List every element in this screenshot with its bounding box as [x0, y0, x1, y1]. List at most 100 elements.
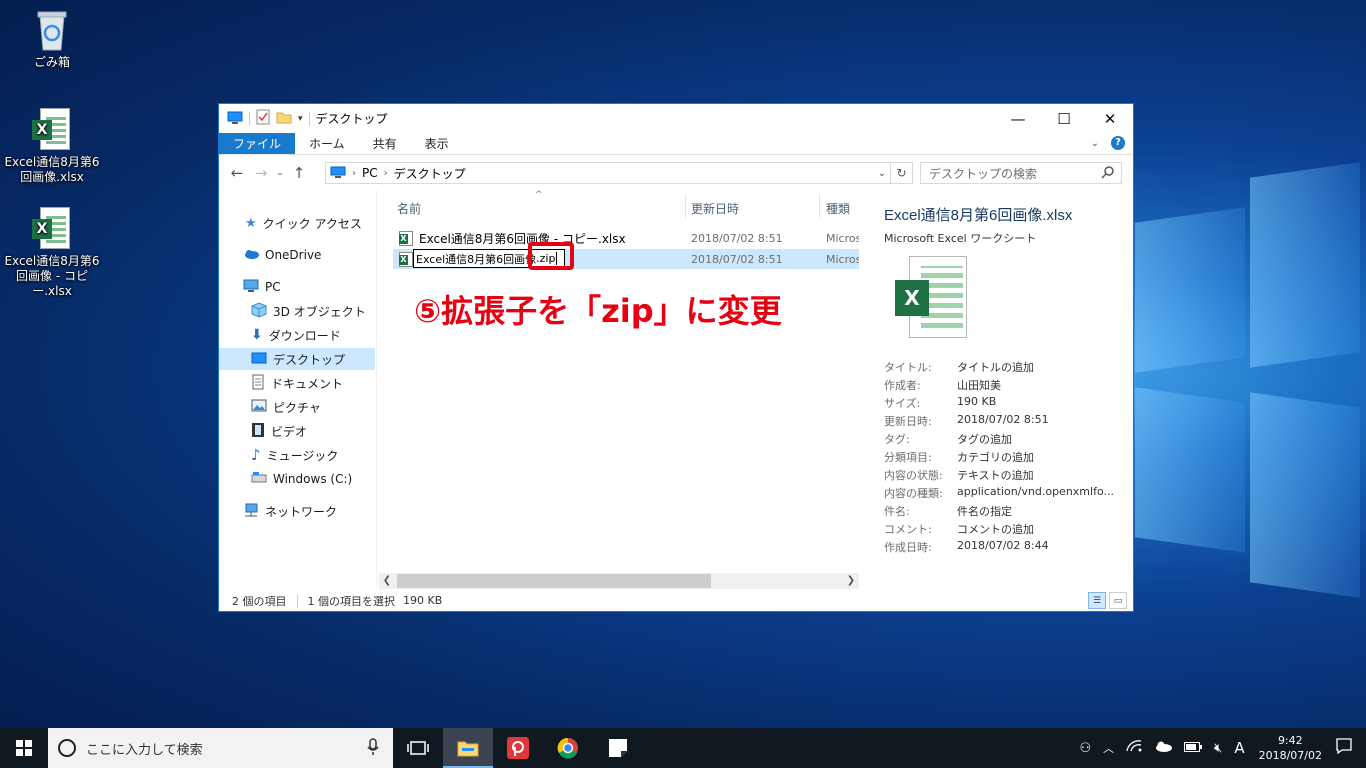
- scroll-left-icon[interactable]: ❮: [379, 573, 395, 589]
- details-pane: Excel通信8月第6回画像.xlsx Microsoft Excel ワークシ…: [871, 190, 1133, 586]
- file-explorer-window: ▾ デスクトップ — ☐ ✕ ファイル ホーム 共有 表示 ⌄ ? ← → ⌄ …: [218, 103, 1134, 612]
- prop-modified: 更新日時: 2018/07/02 8:51: [884, 413, 1049, 428]
- action-center-icon[interactable]: [1336, 738, 1352, 758]
- maximize-button[interactable]: ☐: [1041, 104, 1087, 133]
- column-header-type[interactable]: 種類: [826, 200, 850, 217]
- up-button[interactable]: ↑: [287, 164, 311, 182]
- tab-share[interactable]: 共有: [359, 133, 411, 154]
- prop-size: サイズ: 190 KB: [884, 395, 997, 410]
- file-row-selected[interactable]: X Excel通信8月第6回画像 .zip 2018/07/02 8:51 Mic…: [393, 249, 859, 269]
- status-size: 190 KB: [403, 594, 443, 607]
- breadcrumb-desktop[interactable]: デスクトップ: [394, 165, 466, 182]
- details-view-button[interactable]: ☰: [1088, 592, 1106, 609]
- wifi-icon[interactable]: [1126, 740, 1142, 756]
- breadcrumb-pc[interactable]: PC: [362, 166, 378, 180]
- prop-title[interactable]: タイトル: タイトルの追加: [884, 359, 1034, 375]
- chevron-down-icon[interactable]: ▾: [298, 114, 303, 124]
- nav-item-onedrive[interactable]: OneDrive: [243, 244, 321, 266]
- onedrive-cloud-icon[interactable]: [1154, 741, 1173, 756]
- minimize-button[interactable]: —: [995, 104, 1041, 133]
- nav-item-3d-objects[interactable]: 3D オブジェクト: [251, 300, 366, 322]
- search-icon: [1101, 165, 1115, 182]
- tab-file[interactable]: ファイル: [219, 133, 296, 154]
- column-header-date[interactable]: 更新日時: [691, 200, 739, 217]
- search-input[interactable]: デスクトップの検索: [920, 162, 1122, 184]
- nav-item-windows-c[interactable]: Windows (C:): [251, 468, 352, 490]
- nav-item-label: ピクチャ: [273, 400, 321, 415]
- navigation-pane: ★ クイック アクセス OneDrive PC 3D オブジェクト ⬇ ダウンロード…: [219, 190, 377, 586]
- tab-home[interactable]: ホーム: [295, 133, 359, 154]
- prop-content-status[interactable]: 内容の状態: テキストの追加: [884, 467, 1034, 483]
- desktop-icon-label: Excel通信8月第6回画像 - コピー.xlsx: [4, 254, 100, 298]
- taskbar-chrome[interactable]: [543, 728, 593, 768]
- address-bar[interactable]: › PC › デスクトップ ⌄: [325, 162, 891, 184]
- refresh-button[interactable]: ↻: [891, 162, 913, 184]
- nav-item-desktop[interactable]: デスクトップ: [219, 348, 375, 370]
- prop-comments[interactable]: コメント: コメントの追加: [884, 521, 1034, 537]
- taskbar-file-explorer[interactable]: [443, 728, 493, 768]
- horizontal-scrollbar[interactable]: ❮ ❯: [379, 573, 859, 589]
- download-arrow-icon: ⬇: [251, 327, 263, 343]
- task-view-button[interactable]: [393, 728, 443, 768]
- close-button[interactable]: ✕: [1087, 104, 1133, 133]
- desktop-icon-excel-copy[interactable]: X Excel通信8月第6回画像 - コピー.xlsx: [2, 207, 102, 299]
- recent-locations-button[interactable]: ⌄: [273, 168, 287, 178]
- address-dropdown-icon[interactable]: ⌄: [878, 168, 886, 179]
- help-icon[interactable]: ?: [1111, 136, 1125, 150]
- system-tray: ⚇ ︿ 🔇︎ A 9:42 2018/07/02: [1073, 728, 1366, 768]
- desktop-icon-label: Excel通信8月第6回画像.xlsx: [4, 155, 100, 184]
- large-icons-view-button[interactable]: ▭: [1109, 592, 1127, 609]
- nav-item-videos[interactable]: ビデオ: [251, 420, 307, 442]
- start-button[interactable]: [0, 728, 48, 768]
- forward-button[interactable]: →: [249, 164, 273, 182]
- ime-indicator[interactable]: A: [1234, 739, 1244, 757]
- windows-logo-icon: [16, 740, 32, 756]
- battery-icon[interactable]: [1184, 741, 1203, 756]
- nav-item-pc[interactable]: PC: [243, 276, 281, 298]
- details-subtitle: Microsoft Excel ワークシート: [884, 232, 1037, 245]
- prop-author[interactable]: 作成者: 山田知美: [884, 377, 1001, 393]
- nav-item-network[interactable]: ネットワーク: [243, 500, 337, 522]
- back-button[interactable]: ←: [225, 164, 249, 182]
- chevron-up-icon[interactable]: ︿: [1103, 740, 1114, 756]
- tab-view[interactable]: 表示: [411, 133, 463, 154]
- nav-item-quick-access[interactable]: ★ クイック アクセス: [245, 212, 362, 234]
- nav-item-music[interactable]: ♪ ミュージック: [251, 444, 338, 466]
- volume-muted-icon[interactable]: 🔇︎: [1214, 741, 1222, 756]
- cortana-icon: [58, 739, 76, 757]
- new-folder-icon[interactable]: [276, 110, 292, 127]
- taskbar-search-box[interactable]: ここに入力して検索: [48, 728, 393, 768]
- cloud-icon: [243, 248, 259, 262]
- desktop-icon-excel-file[interactable]: X Excel通信8月第6回画像.xlsx: [2, 108, 102, 185]
- prop-subject[interactable]: 件名: 件名の指定: [884, 503, 1012, 519]
- prop-category[interactable]: 分類項目: カテゴリの追加: [884, 449, 1034, 465]
- people-icon[interactable]: ⚇: [1079, 741, 1091, 756]
- desktop-icon-recycle-bin[interactable]: ごみ箱: [2, 8, 102, 70]
- clock-time: 9:42: [1277, 734, 1303, 747]
- nav-item-pictures[interactable]: ピクチャ: [251, 396, 321, 418]
- scroll-right-icon[interactable]: ❯: [843, 573, 859, 589]
- scrollbar-thumb[interactable]: [397, 574, 711, 588]
- taskbar-sticky-notes[interactable]: [593, 728, 643, 768]
- prop-tags[interactable]: タグ: タグの追加: [884, 431, 1012, 447]
- status-item-count: 2 個の項目: [232, 594, 287, 608]
- title-bar[interactable]: ▾ デスクトップ — ☐ ✕: [219, 104, 1133, 133]
- file-row[interactable]: X Excel通信8月第6回画像 - コピー.xlsx 2018/07/02 8…: [393, 228, 859, 248]
- desktop-icon-label: ごみ箱: [33, 55, 70, 69]
- presenter-app-icon: [507, 737, 529, 759]
- file-name: Excel通信8月第6回画像 - コピー.xlsx: [419, 231, 626, 246]
- column-header-name[interactable]: 名前: [397, 200, 421, 217]
- highlight-box: [528, 242, 574, 270]
- clock[interactable]: 9:42 2018/07/02: [1259, 733, 1322, 763]
- nav-item-downloads[interactable]: ⬇ ダウンロード: [251, 324, 341, 346]
- properties-icon[interactable]: [256, 109, 270, 128]
- expand-ribbon-icon[interactable]: ⌄: [1091, 138, 1099, 149]
- network-icon: [243, 503, 259, 520]
- microphone-icon[interactable]: [367, 738, 379, 760]
- prop-created: 作成日時: 2018/07/02 8:44: [884, 539, 1049, 554]
- breadcrumb-separator: ›: [383, 167, 388, 179]
- taskbar: ここに入力して検索 ⚇ ︿ 🔇︎ A 9:42 2018/07/02: [0, 728, 1366, 768]
- nav-item-documents[interactable]: ドキュメント: [251, 372, 343, 394]
- excel-preview-icon: X: [893, 256, 973, 342]
- taskbar-app-p[interactable]: [493, 728, 543, 768]
